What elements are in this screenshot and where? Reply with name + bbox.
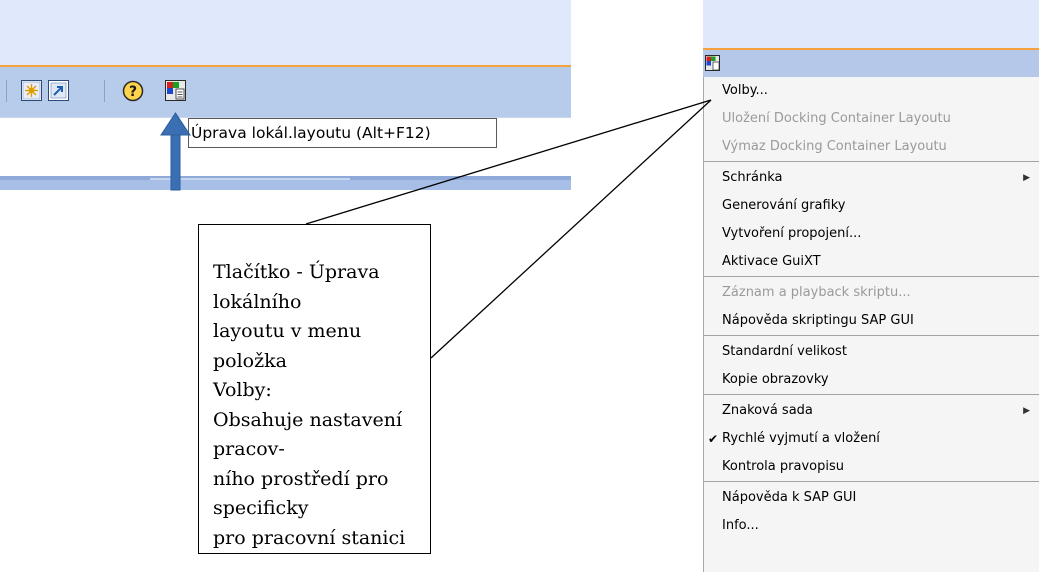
menu-header-band <box>703 0 1039 48</box>
menu-item-label: Uložení Docking Container Layoutu <box>722 111 951 126</box>
menu-item-label: Kontrola pravopisu <box>722 459 844 474</box>
menu-item-label: Aktivace GuiXT <box>722 254 821 269</box>
menu-item-schranka[interactable]: Schránka ▶ <box>704 164 1039 192</box>
menu-item-info[interactable]: Info... <box>704 512 1039 540</box>
application-toolbar <box>0 67 571 118</box>
menu-item-napoveda-k-sap-gui[interactable]: Nápověda k SAP GUI <box>704 484 1039 512</box>
menu-item-label: Info... <box>722 518 759 533</box>
menu-item-label: Schránka <box>722 170 783 185</box>
menu-title-bar <box>703 50 1039 77</box>
toolbar-separator <box>104 80 105 102</box>
menu-item-label: Nápověda skriptingu SAP GUI <box>722 313 914 328</box>
menu-item-rychle-vyjmuti-a-vlozeni[interactable]: ✔ Rychlé vyjmutí a vložení <box>704 425 1039 453</box>
menu-item-volby[interactable]: Volby... <box>704 77 1039 105</box>
customize-local-layout-icon <box>705 55 720 71</box>
menu-item-label: Volby... <box>722 83 768 98</box>
toolbar-screenshot: ? <box>0 0 571 190</box>
callout-text: Tlačítko - Úprava lokálního layoutu v me… <box>213 261 406 549</box>
menu-item-kopie-obrazovky[interactable]: Kopie obrazovky <box>704 366 1039 394</box>
menu-item-label: Rychlé vyjmutí a vložení <box>722 431 880 446</box>
menu-item-napoveda-skriptingu-sap-gui[interactable]: Nápověda skriptingu SAP GUI <box>704 307 1039 335</box>
menu-item-ulozeni-docking-container-layoutu: Uložení Docking Container Layoutu <box>704 105 1039 133</box>
menu-item-label: Výmaz Docking Container Layoutu <box>722 139 947 154</box>
menu-item-label: Nápověda k SAP GUI <box>722 490 857 505</box>
menu-item-label: Kopie obrazovky <box>722 372 829 387</box>
menu-item-aktivace-guixt[interactable]: Aktivace GuiXT <box>704 248 1039 276</box>
menu-separator <box>704 276 1039 277</box>
menu-item-vytvoreni-propojeni[interactable]: Vytvoření propojení... <box>704 220 1039 248</box>
submenu-arrow-icon: ▶ <box>1023 173 1030 183</box>
menu-separator <box>704 161 1039 162</box>
callout-box: Tlačítko - Úprava lokálního layoutu v me… <box>198 224 431 554</box>
menu-item-zaznam-a-playback-skriptu: Záznam a playback skriptu... <box>704 279 1039 307</box>
context-menu: Volby... Uložení Docking Container Layout… <box>703 77 1039 572</box>
layout-icon[interactable] <box>21 80 42 101</box>
menu-item-label: Znaková sada <box>722 403 813 418</box>
customize-local-layout-icon[interactable] <box>165 80 186 101</box>
menu-separator <box>704 481 1039 482</box>
menu-item-vymaz-docking-container-layoutu: Výmaz Docking Container Layoutu <box>704 133 1039 161</box>
help-icon[interactable]: ? <box>122 80 144 102</box>
screen-title-band <box>0 176 571 190</box>
menu-separator <box>704 394 1039 395</box>
checkmark-icon: ✔ <box>708 432 719 446</box>
menu-item-label: Standardní velikost <box>722 344 847 359</box>
svg-text:?: ? <box>129 84 137 100</box>
menu-item-znakova-sada[interactable]: Znaková sada ▶ <box>704 397 1039 425</box>
tooltip: Úprava lokál.layoutu (Alt+F12) <box>188 118 497 148</box>
menu-item-standardni-velikost[interactable]: Standardní velikost <box>704 338 1039 366</box>
menu-item-label: Záznam a playback skriptu... <box>722 285 911 300</box>
menu-item-label: Generování grafiky <box>722 198 846 213</box>
window-header-band <box>0 0 571 65</box>
menu-item-generovani-grafiky[interactable]: Generování grafiky <box>704 192 1039 220</box>
toolbar-separator <box>6 80 7 102</box>
menu-separator <box>704 335 1039 336</box>
menu-item-kontrola-pravopisu[interactable]: Kontrola pravopisu <box>704 453 1039 481</box>
shortcut-icon[interactable] <box>48 80 69 101</box>
menu-item-label: Vytvoření propojení... <box>722 226 862 241</box>
submenu-arrow-icon: ▶ <box>1023 406 1030 416</box>
